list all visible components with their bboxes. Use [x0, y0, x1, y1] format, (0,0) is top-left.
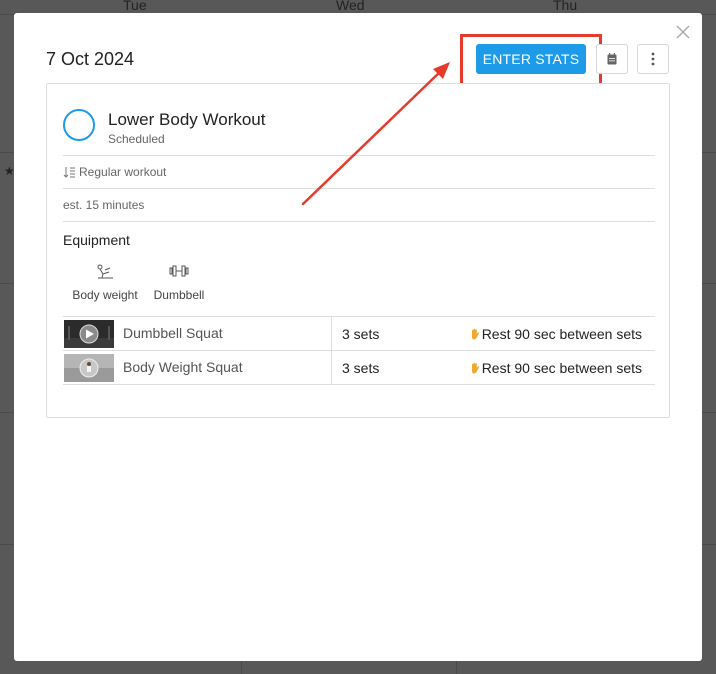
calendar-grid-line [702, 152, 716, 153]
calendar-grid-line [702, 544, 716, 545]
exercise-thumbnail[interactable] [64, 320, 114, 348]
modal-date-title: 7 Oct 2024 [46, 49, 135, 69]
more-options-button[interactable] [637, 44, 669, 74]
calendar-button[interactable] [596, 44, 628, 74]
workout-status-circle[interactable] [63, 109, 95, 141]
calendar-day-header: Tue [123, 0, 147, 13]
exercise-sets: 3 sets [342, 360, 380, 376]
divider [63, 155, 655, 156]
divider [63, 221, 655, 222]
workout-card: Lower Body Workout Scheduled Regular wor… [46, 83, 670, 418]
more-vertical-icon [651, 52, 655, 66]
calendar-grid-line [702, 283, 716, 284]
equipment-item-dumbbell: Dumbbell [151, 264, 207, 302]
workout-type: Regular workout [63, 165, 166, 179]
equipment-label: Body weight [72, 288, 138, 302]
calendar-grid-line [0, 412, 14, 413]
calendar-icon [607, 53, 617, 65]
workout-duration: est. 15 minutes [63, 198, 145, 212]
video-play-icon [64, 354, 114, 382]
rest-label: Rest 90 sec between sets [481, 360, 642, 376]
calendar-day-header: Wed [336, 0, 365, 13]
exercise-table: Dumbbell Squat 3 sets Rest 90 sec betwee… [63, 316, 655, 385]
highlight-annotation [460, 34, 602, 90]
divider [63, 188, 655, 189]
calendar-grid-line [702, 412, 716, 413]
exercise-rest: Rest 90 sec between sets [469, 360, 642, 376]
close-icon [676, 25, 690, 39]
exercise-row[interactable]: Dumbbell Squat 3 sets Rest 90 sec betwee… [63, 316, 655, 350]
workout-name: Lower Body Workout [108, 110, 266, 129]
equipment-item-bodyweight: Body weight [71, 264, 139, 302]
workout-status: Scheduled [108, 132, 165, 146]
calendar-grid-line [456, 661, 457, 674]
column-divider [331, 351, 332, 384]
exercise-row[interactable]: Body Weight Squat 3 sets Rest 90 sec bet… [63, 350, 655, 385]
exercise-rest: Rest 90 sec between sets [469, 326, 642, 342]
calendar-grid-line [0, 283, 14, 284]
equipment-label: Dumbbell [153, 288, 205, 302]
calendar-grid-line [241, 661, 242, 674]
calendar-day-header: Thu [553, 0, 578, 13]
bodyweight-icon [97, 264, 113, 279]
workout-type-label: Regular workout [79, 165, 167, 179]
rest-label: Rest 90 sec between sets [481, 326, 642, 342]
equipment-title: Equipment [63, 232, 130, 248]
calendar-grid-line [0, 152, 14, 153]
calendar-grid-line [0, 544, 14, 545]
sort-list-icon [63, 167, 75, 178]
dumbbell-icon [169, 265, 189, 277]
exercise-sets: 3 sets [342, 326, 380, 342]
hand-icon [471, 328, 479, 340]
video-play-icon [64, 320, 114, 348]
close-button[interactable] [674, 23, 692, 41]
exercise-thumbnail[interactable] [64, 354, 114, 382]
exercise-name[interactable]: Body Weight Squat [123, 359, 243, 375]
exercise-name[interactable]: Dumbbell Squat [123, 325, 223, 341]
hand-icon [471, 362, 479, 374]
workout-modal: 7 Oct 2024 ENTER STATS Lower Body Workou… [14, 13, 702, 661]
column-divider [331, 317, 332, 350]
